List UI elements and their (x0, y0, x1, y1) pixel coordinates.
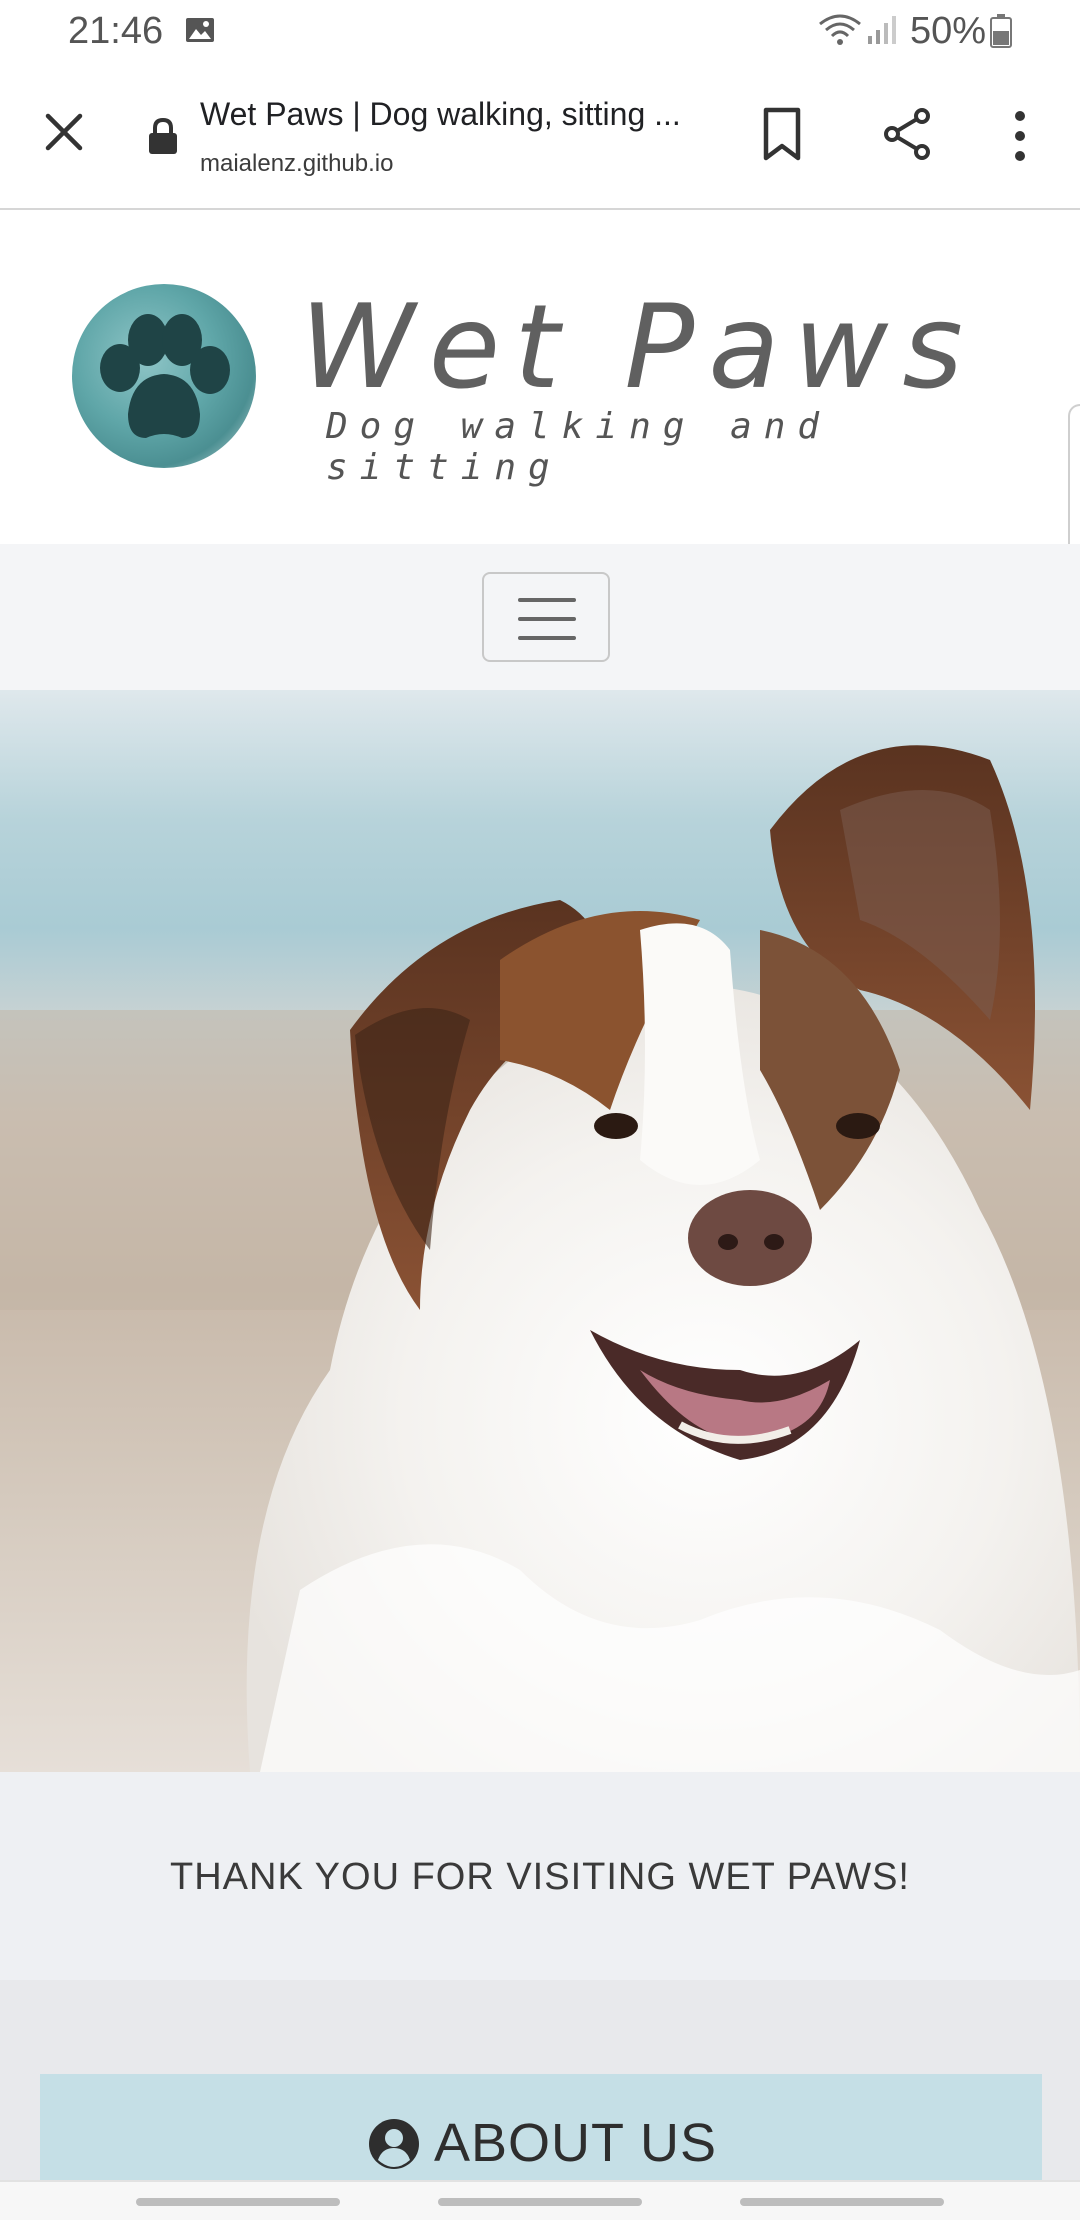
page-title[interactable]: Wet Paws | Dog walking, sitting ... (200, 96, 710, 133)
wifi-icon (819, 14, 861, 45)
gallery-icon (186, 18, 214, 42)
status-bar: 21:46 50% (0, 0, 1080, 64)
thank-you-section: THANK YOU FOR VISITING WET PAWS! (0, 1772, 1080, 1980)
hamburger-line (518, 636, 576, 640)
close-icon[interactable] (40, 108, 88, 156)
menu-toggle-button[interactable] (482, 572, 610, 662)
paw-icon (100, 314, 230, 438)
dog-photo (0, 745, 1080, 1772)
hamburger-line (518, 617, 576, 621)
gesture-pill-right[interactable] (740, 2198, 944, 2206)
site-header: Wet Paws Dog walking and sitting (0, 210, 1080, 544)
bookmark-icon[interactable] (758, 106, 806, 162)
url-text[interactable]: maialenz.github.io (200, 150, 393, 178)
share-icon[interactable] (880, 106, 936, 162)
logo-subtitle: Dog walking and sitting (326, 406, 832, 488)
browser-toolbar: Wet Paws | Dog walking, sitting ... maia… (0, 64, 1080, 210)
signal-icon (868, 16, 896, 44)
hamburger-icon (518, 598, 576, 602)
gesture-navigation-bar (0, 2180, 1080, 2220)
about-card: ABOUT US (40, 2074, 1042, 2194)
user-circle-icon (369, 2119, 419, 2169)
status-time: 21:46 (68, 10, 164, 52)
about-section: ABOUT US (0, 1980, 1080, 2194)
about-title: ABOUT US (434, 2113, 718, 2173)
navbar (0, 544, 1080, 690)
logo-image[interactable] (72, 284, 256, 468)
more-vert-icon[interactable] (1004, 108, 1036, 164)
gesture-pill-left[interactable] (136, 2198, 340, 2206)
logo-title[interactable]: Wet Paws (300, 280, 977, 415)
hero-image (0, 690, 1080, 1772)
battery-percent: 50% (910, 10, 987, 52)
thank-you-text: THANK YOU FOR VISITING WET PAWS! (170, 1856, 910, 1898)
gesture-pill-center[interactable] (438, 2198, 642, 2206)
lock-icon[interactable] (146, 116, 180, 156)
battery-icon (990, 14, 1012, 48)
